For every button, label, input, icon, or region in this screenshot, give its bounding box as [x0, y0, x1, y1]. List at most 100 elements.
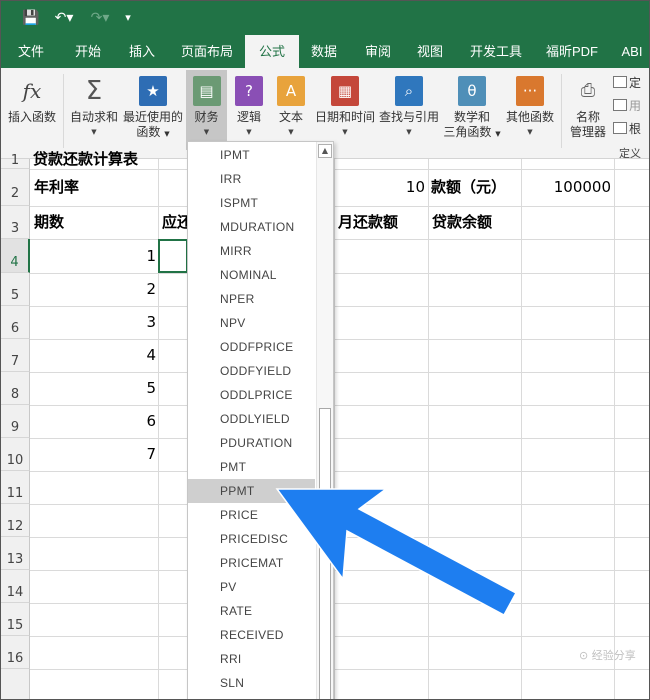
- undo-icon[interactable]: ↶▾: [51, 7, 77, 29]
- chevron-down-icon: ▼: [246, 128, 252, 136]
- row-header-14[interactable]: 14: [1, 570, 30, 603]
- row-header-8[interactable]: 8: [1, 372, 30, 405]
- function-item-pricedisc[interactable]: PRICEDISC: [188, 527, 315, 551]
- cell-period[interactable]: 3: [31, 306, 156, 339]
- excel-window: 💾 ↶▾ ↷▾ ▾ 文件 开始 插入 页面布局 公式 数据 审阅 视图 开发工具…: [0, 0, 650, 700]
- row-header-17[interactable]: [1, 669, 30, 699]
- cell-period[interactable]: 4: [31, 339, 156, 372]
- function-item-ispmt[interactable]: ISPMT: [188, 191, 315, 215]
- function-item-price[interactable]: PRICE: [188, 503, 315, 527]
- tab-developer[interactable]: 开发工具: [461, 35, 531, 68]
- function-item-irr[interactable]: IRR: [188, 167, 315, 191]
- function-item-pmt[interactable]: PMT: [188, 455, 315, 479]
- cell-loan-amount-label[interactable]: 款额（元）: [431, 169, 521, 206]
- more-functions-label: 其他函数: [505, 110, 554, 124]
- tab-formulas[interactable]: 公式: [245, 35, 299, 68]
- active-cell-selection[interactable]: [158, 239, 188, 273]
- row-header-13[interactable]: 13: [1, 537, 30, 570]
- grid-line: [30, 636, 649, 637]
- scrollbar-thumb[interactable]: [319, 408, 331, 699]
- function-item-mduration[interactable]: MDURATION: [188, 215, 315, 239]
- tab-review[interactable]: 审阅: [353, 35, 403, 68]
- function-item-ppmt[interactable]: PPMT: [188, 479, 315, 503]
- tab-file[interactable]: 文件: [7, 35, 55, 68]
- tab-home[interactable]: 开始: [63, 35, 113, 68]
- customize-toolbar-icon[interactable]: ▾: [121, 7, 135, 29]
- recently-used-button[interactable]: ★ 最近使用的 函数 ▼: [121, 70, 185, 150]
- cell-period[interactable]: 1: [31, 239, 156, 273]
- cell-due-header[interactable]: 应还: [162, 206, 187, 239]
- cell-period[interactable]: 2: [31, 273, 156, 306]
- grid-line: [30, 603, 649, 604]
- row-header-1[interactable]: 1: [1, 153, 30, 169]
- redo-icon[interactable]: ↷▾: [87, 7, 113, 29]
- function-item-ipmt[interactable]: IPMT: [188, 143, 315, 167]
- function-item-pv[interactable]: PV: [188, 575, 315, 599]
- row-header-12[interactable]: 12: [1, 504, 30, 537]
- row-header-9[interactable]: 9: [1, 405, 30, 438]
- define-name-button[interactable]: 定: [613, 74, 641, 92]
- function-item-oddlyield[interactable]: ODDLYIELD: [188, 407, 315, 431]
- logical-button[interactable]: ? 逻辑 ▼: [229, 70, 269, 150]
- grid-line: [30, 669, 649, 670]
- math-trig-button[interactable]: θ 数学和 三角函数 ▼: [441, 70, 503, 150]
- tab-view[interactable]: 视图: [405, 35, 455, 68]
- cell-title[interactable]: 贷款还款计算表: [33, 149, 157, 169]
- function-item-sln[interactable]: SLN: [188, 671, 315, 695]
- row-header-11[interactable]: 11: [1, 471, 30, 504]
- scroll-up-arrow-icon[interactable]: ▲: [318, 144, 332, 158]
- text-button[interactable]: A 文本 ▼: [271, 70, 311, 150]
- financial-button[interactable]: ▤ 财务 ▼: [186, 70, 227, 150]
- lookup-reference-button[interactable]: ⌕ 查找与引用 ▼: [377, 70, 441, 150]
- name-manager-button[interactable]: ⎙ 名称 管理器: [565, 70, 611, 150]
- function-item-received[interactable]: RECEIVED: [188, 623, 315, 647]
- dropdown-scrollbar[interactable]: ▲: [316, 142, 333, 699]
- question-book-icon: ?: [235, 76, 263, 106]
- function-item-mirr[interactable]: MIRR: [188, 239, 315, 263]
- logical-label: 逻辑: [236, 110, 261, 124]
- tab-data[interactable]: 数据: [299, 35, 349, 68]
- row-header-6[interactable]: 6: [1, 306, 30, 339]
- cell-period[interactable]: 7: [31, 438, 156, 471]
- save-icon[interactable]: 💾: [21, 7, 41, 29]
- insert-function-button[interactable]: fx 插入函数: [3, 70, 61, 150]
- row-header-2[interactable]: 2: [1, 169, 30, 206]
- tab-insert[interactable]: 插入: [117, 35, 167, 68]
- function-item-oddfyield[interactable]: ODDFYIELD: [188, 359, 315, 383]
- row-header-16[interactable]: 16: [1, 636, 30, 669]
- function-item-npv[interactable]: NPV: [188, 311, 315, 335]
- function-item-pduration[interactable]: PDURATION: [188, 431, 315, 455]
- row-header-3[interactable]: 3: [1, 206, 30, 239]
- tab-abbyy[interactable]: ABI: [613, 35, 649, 68]
- function-item-rate[interactable]: RATE: [188, 599, 315, 623]
- date-time-button[interactable]: ▦ 日期和时间 ▼: [313, 70, 377, 150]
- chevron-down-icon: ▼: [527, 128, 533, 136]
- function-item-rri[interactable]: RRI: [188, 647, 315, 671]
- use-in-formula-button[interactable]: 用: [613, 97, 641, 115]
- row-header-15[interactable]: 15: [1, 603, 30, 636]
- function-item-pricemat[interactable]: PRICEMAT: [188, 551, 315, 575]
- cell-years-value[interactable]: 10: [334, 169, 425, 206]
- row-header-4[interactable]: 4: [1, 239, 30, 273]
- financial-label: 财务: [194, 110, 219, 124]
- cell-balance-header[interactable]: 贷款余额: [432, 206, 521, 239]
- row-header-5[interactable]: 5: [1, 273, 30, 306]
- cell-period[interactable]: 5: [31, 372, 156, 405]
- row-header-7[interactable]: 7: [1, 339, 30, 372]
- function-item-oddfprice[interactable]: ODDFPRICE: [188, 335, 315, 359]
- cell-annual-rate-label[interactable]: 年利率: [34, 169, 154, 206]
- create-from-selection-button[interactable]: 根: [613, 120, 641, 138]
- chevron-down-icon: ▼: [288, 128, 294, 136]
- function-item-nominal[interactable]: NOMINAL: [188, 263, 315, 287]
- more-functions-button[interactable]: ··· 其他函数 ▼: [503, 70, 557, 150]
- function-item-nper[interactable]: NPER: [188, 287, 315, 311]
- autosum-button[interactable]: Σ 自动求和 ▼: [67, 70, 121, 150]
- cell-loan-amount-value[interactable]: 100000: [521, 169, 611, 206]
- row-header-10[interactable]: 10: [1, 438, 30, 471]
- function-item-oddlprice[interactable]: ODDLPRICE: [188, 383, 315, 407]
- cell-period[interactable]: 6: [31, 405, 156, 438]
- tab-foxit-pdf[interactable]: 福昕PDF: [537, 35, 607, 68]
- cell-period-header[interactable]: 期数: [34, 206, 154, 239]
- cell-monthly-payment-header[interactable]: 月还款额: [338, 206, 428, 239]
- tab-page-layout[interactable]: 页面布局: [173, 35, 241, 68]
